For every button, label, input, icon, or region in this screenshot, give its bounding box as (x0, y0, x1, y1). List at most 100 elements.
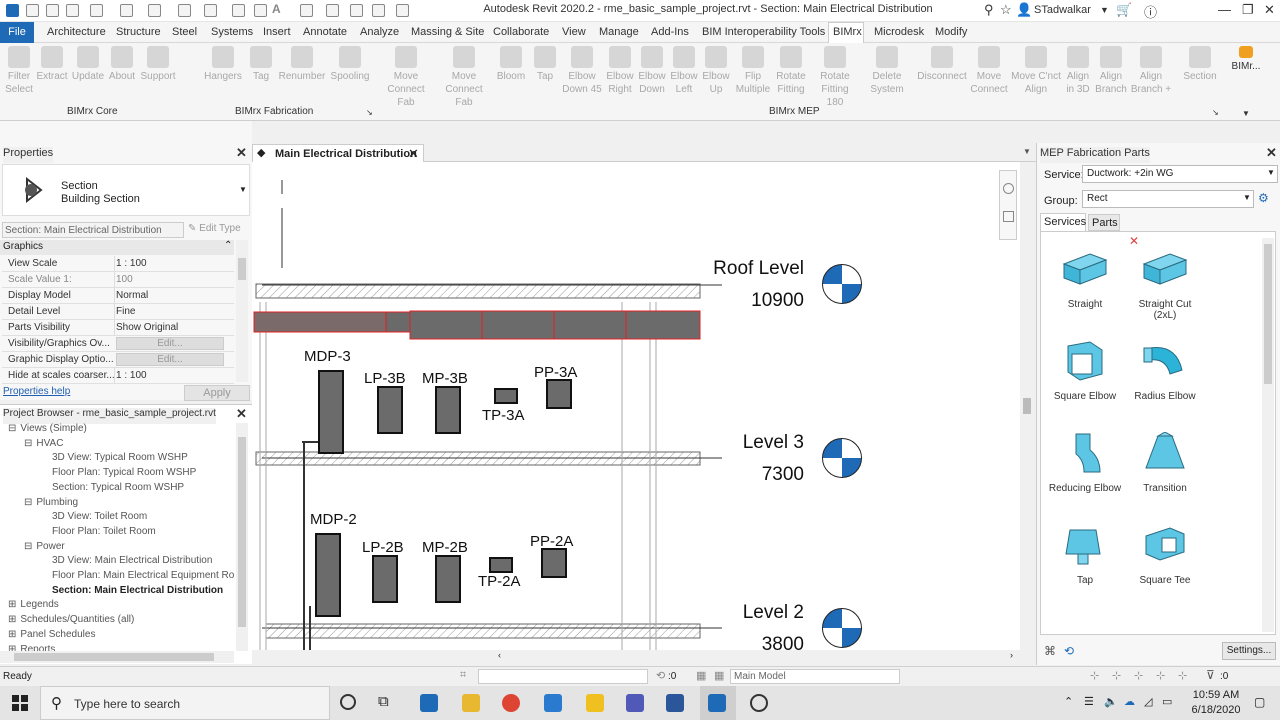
browser-item[interactable]: ⊞ Reports (8, 644, 55, 652)
instance-selector[interactable]: Section: Main Electrical Distribution (2, 222, 184, 238)
browser-item[interactable]: Section: Main Electrical Distribution (40, 585, 223, 596)
electrical-panel[interactable] (494, 388, 518, 404)
align-in-3d-button[interactable]: Align in 3D (1062, 46, 1094, 96)
equipment-tag[interactable]: MDP-2 (310, 511, 357, 528)
tab-view[interactable]: View (562, 26, 586, 38)
type-selector[interactable]: Section Building Section ▼ (2, 164, 250, 216)
rotate-fitting-button[interactable]: Rotate Fitting (774, 46, 808, 96)
binoculars-icon[interactable]: ⚲ (984, 2, 994, 18)
spooling-button[interactable]: Spooling (328, 46, 372, 83)
properties-close-icon[interactable]: ✕ (236, 145, 247, 161)
support-button[interactable]: Support (138, 46, 178, 83)
tab-analyze[interactable]: Analyze (360, 26, 399, 38)
clock-date[interactable]: 6/18/2020 (1186, 704, 1246, 716)
redo-icon[interactable] (148, 4, 161, 17)
app-circle-icon[interactable] (750, 694, 768, 712)
tab-modify[interactable]: Modify (935, 26, 967, 38)
save-icon[interactable] (66, 4, 79, 17)
browser-item[interactable]: 3D View: Toilet Room (40, 511, 147, 522)
section-icon[interactable] (326, 4, 339, 17)
apply-button[interactable]: Apply (184, 385, 250, 401)
browser-item[interactable]: ⊟ Power (24, 541, 65, 552)
tab-file[interactable]: File (0, 22, 34, 43)
part-tile[interactable]: Straight Cut (2xL) ✕ (1127, 234, 1203, 324)
properties-scrollbar[interactable] (236, 240, 248, 382)
text-icon[interactable]: A (272, 2, 285, 16)
windows-start-icon[interactable] (12, 695, 28, 711)
extract-button[interactable]: Extract (36, 46, 68, 83)
service-dropdown[interactable]: Ductwork: +2in WG ▼ (1082, 165, 1278, 183)
tab-insert[interactable]: Insert (263, 26, 291, 38)
group-expand-mep-icon[interactable]: ↘ (1212, 108, 1219, 117)
browser-item[interactable]: ⊟ HVAC (24, 438, 63, 449)
measure-icon[interactable] (204, 4, 217, 17)
part-tile[interactable]: Square Tee (1127, 514, 1203, 600)
delete-system-button[interactable]: Delete System (866, 46, 908, 96)
prop-row-display-model[interactable]: Display Model Normal (2, 288, 234, 304)
tab-architecture[interactable]: Architecture (47, 26, 106, 38)
view-tab[interactable]: ◆ Main Electrical Distribution ✕ (252, 144, 424, 162)
navigation-bar[interactable] (999, 170, 1017, 240)
browser-item[interactable]: ⊞ Schedules/Quantities (all) (8, 614, 134, 625)
properties-help-link[interactable]: Properties help (3, 386, 70, 397)
steering-wheel-icon[interactable] (1003, 183, 1014, 194)
tap-button[interactable]: Tap (530, 46, 560, 83)
minimize-icon[interactable]: — (1218, 2, 1231, 17)
properties-scroll-thumb[interactable] (238, 258, 246, 280)
cortana-icon[interactable] (340, 694, 356, 710)
browser-scroll-thumb[interactable] (238, 437, 246, 627)
restore-icon[interactable]: ❐ (1242, 2, 1254, 18)
browser-scrollbar[interactable] (236, 423, 248, 651)
edit-type-button[interactable]: ✎ Edit Type (188, 223, 241, 234)
prop-row-view-scale[interactable]: View Scale 1 : 100 (2, 256, 234, 272)
sticky-notes-icon[interactable] (586, 694, 604, 712)
tree-expander-icon[interactable]: ⊞ (8, 614, 16, 625)
equipment-tag[interactable]: MP-2B (422, 539, 468, 556)
scroll-left-icon[interactable]: ‹ (498, 650, 501, 660)
star-icon[interactable]: ☆ (1000, 2, 1012, 18)
electrical-panel[interactable] (372, 555, 398, 603)
filter-select-button[interactable]: Filter Select (2, 46, 36, 96)
electrical-panel[interactable] (546, 379, 572, 409)
elbow-down-45-button[interactable]: Elbow Down 45 (562, 46, 602, 96)
disconnect-button[interactable]: Disconnect (914, 46, 970, 83)
parts-scroll-thumb[interactable] (1264, 244, 1272, 384)
user-name[interactable]: STadwalkar (1034, 4, 1091, 16)
level-head-icon[interactable] (822, 608, 862, 648)
revit-logo-icon[interactable] (6, 4, 19, 17)
browser-item[interactable]: Floor Plan: Main Electrical Equipment Ro (40, 570, 234, 581)
elbow-up-button[interactable]: Elbow Up (700, 46, 732, 96)
tag-button[interactable]: Tag (246, 46, 276, 83)
outlook-icon[interactable] (420, 694, 438, 712)
revit-taskbar-icon[interactable] (544, 694, 562, 712)
electrical-panel[interactable] (318, 370, 344, 454)
close-window-icon[interactable]: ✕ (1264, 2, 1275, 18)
browser-close-icon[interactable]: ✕ (236, 406, 247, 422)
scroll-right-icon[interactable]: › (1010, 650, 1013, 660)
settings-button[interactable]: Settings... (1222, 642, 1276, 660)
browser-item[interactable]: Floor Plan: Toilet Room (40, 526, 156, 537)
close-hidden-icon[interactable] (372, 4, 385, 17)
zoom-icon[interactable] (1003, 211, 1014, 222)
tree-expander-icon[interactable]: ⊟ (8, 423, 16, 434)
drag-elements-icon[interactable]: ⊹ (1178, 669, 1187, 682)
electrical-panel[interactable] (315, 533, 341, 617)
prop-row-graphic-display[interactable]: Graphic Display Optio... Edit... (2, 352, 234, 368)
level-name[interactable]: Roof Level (704, 258, 804, 280)
user-icon[interactable]: 👤 (1016, 2, 1032, 18)
select-by-face-icon[interactable]: ⊹ (1156, 669, 1165, 682)
fab-close-icon[interactable]: ✕ (1266, 145, 1277, 161)
move-connect-button[interactable]: Move Connect (968, 46, 1010, 96)
open-icon[interactable] (26, 4, 39, 17)
equipment-tag[interactable]: LP-2B (362, 539, 404, 556)
browser-hscrollbar[interactable] (0, 651, 234, 663)
equipment-tag[interactable]: TP-3A (482, 407, 525, 424)
electrical-panel[interactable] (541, 548, 567, 578)
group-expand-icon[interactable]: ↘ (366, 108, 373, 117)
select-links-icon[interactable]: ⊹ (1090, 669, 1099, 682)
part-tile[interactable]: Transition (1127, 422, 1203, 508)
taskbar-search[interactable]: ⚲ Type here to search (40, 686, 330, 720)
flip-multiple-button[interactable]: Flip Multiple (732, 46, 774, 96)
fab-filter-icon[interactable]: ⌘ (1044, 644, 1056, 658)
part-tile[interactable]: Reducing Elbow (1047, 422, 1123, 508)
